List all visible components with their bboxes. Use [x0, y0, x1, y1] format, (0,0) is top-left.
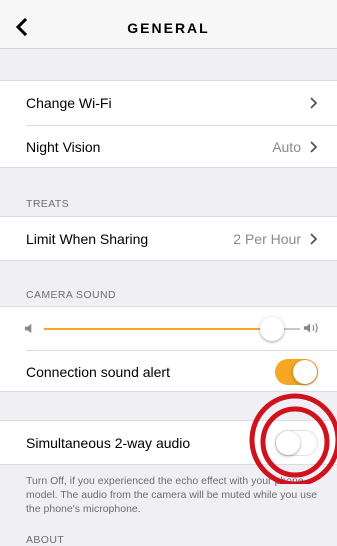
change-wifi-row[interactable]: Change Wi-Fi — [0, 81, 337, 125]
limit-when-sharing-row[interactable]: Limit When Sharing 2 Per Hour — [0, 216, 337, 261]
two-way-audio-toggle[interactable] — [275, 430, 318, 456]
limit-when-sharing-label: Limit When Sharing — [26, 231, 149, 247]
two-way-audio-label: Simultaneous 2-way audio — [26, 435, 191, 451]
volume-slider-row — [0, 307, 337, 350]
network-settings-group: Change Wi-Fi Night Vision Auto — [0, 80, 337, 168]
connection-sound-alert-toggle[interactable] — [275, 359, 318, 385]
speaker-low-icon — [24, 323, 32, 334]
speaker-high-icon — [303, 323, 318, 333]
connection-sound-alert-label: Connection sound alert — [26, 364, 170, 380]
chevron-right-icon — [310, 97, 318, 109]
page-title: GENERAL — [127, 20, 210, 36]
night-vision-value: Auto — [272, 139, 301, 155]
night-vision-label: Night Vision — [26, 139, 101, 155]
connection-sound-alert-row: Connection sound alert — [0, 350, 337, 393]
chevron-right-icon — [310, 141, 318, 153]
section-header-treats: TREATS — [26, 198, 70, 210]
night-vision-row[interactable]: Night Vision Auto — [0, 125, 337, 169]
two-way-audio-row: Simultaneous 2-way audio — [0, 420, 337, 465]
status-bar — [0, 0, 337, 8]
two-way-audio-description: Turn Off, if you experienced the echo ef… — [26, 475, 318, 515]
navigation-bar: GENERAL — [0, 8, 337, 49]
volume-slider-fill — [44, 328, 272, 330]
section-header-about: ABOUT — [26, 534, 65, 546]
toggle-knob — [276, 431, 300, 455]
chevron-right-icon — [310, 233, 318, 245]
change-wifi-label: Change Wi-Fi — [26, 95, 112, 111]
volume-slider[interactable] — [44, 317, 300, 341]
section-header-camera-sound: CAMERA SOUND — [26, 289, 116, 301]
volume-slider-thumb[interactable] — [260, 317, 284, 341]
limit-when-sharing-value: 2 Per Hour — [233, 231, 301, 247]
toggle-knob — [293, 360, 317, 384]
camera-sound-group: Connection sound alert — [0, 306, 337, 392]
